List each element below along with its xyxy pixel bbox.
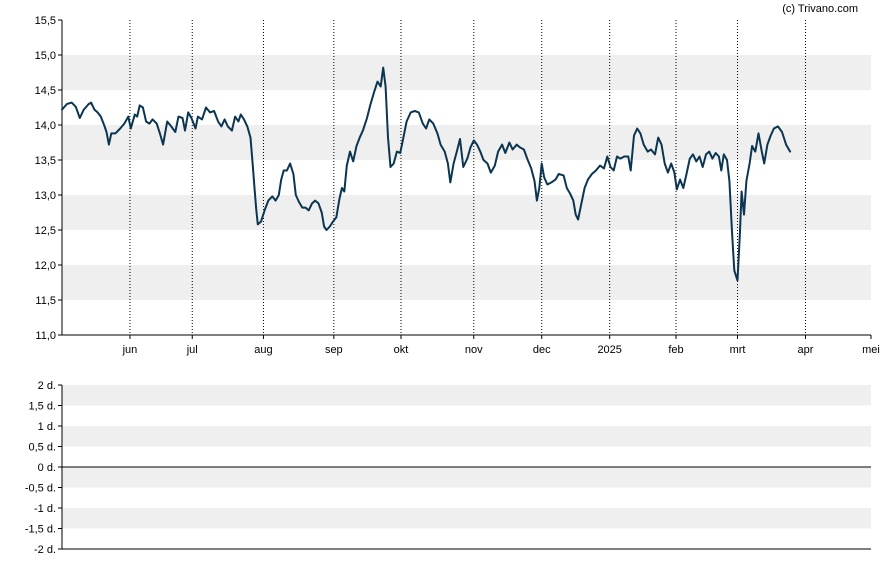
main-grid-band (62, 195, 871, 230)
x-tick-label: okt (394, 344, 409, 356)
y-tick-label: 14,5 (35, 85, 56, 97)
x-tick-label: sep (325, 344, 343, 356)
x-tick-label: feb (668, 344, 683, 356)
y-tick-label: 14,0 (35, 120, 56, 132)
y-tick-label: 11,0 (35, 330, 56, 342)
y-tick-label: 13,5 (35, 155, 56, 167)
lower-y-tick-label: -1,5 d. (25, 524, 56, 536)
x-tick-label: 2025 (597, 344, 621, 356)
x-tick-label: mrt (730, 344, 746, 356)
lower-chart-y-ticks: 2 d. 1,5 d. 1 d. 0,5 d. 0 d. -0,5 d. -1 d. -1,5… (25, 380, 62, 556)
x-tick-label: aug (254, 344, 272, 356)
main-chart-x-ticks: jun jul aug sep okt nov dec 2025 feb mrt apr mei (122, 335, 880, 356)
copyright-label: (c) Trivano.com (782, 3, 858, 15)
y-tick-label: 12,5 (35, 225, 56, 237)
y-tick-label: 15,5 (35, 15, 56, 27)
y-tick-label: 11,5 (35, 295, 56, 307)
lower-grid-band (62, 467, 871, 488)
lower-grid-band (62, 385, 871, 406)
lower-y-tick-label: 0 d. (38, 462, 56, 474)
lower-grid-band (62, 426, 871, 447)
y-tick-label: 13,0 (35, 190, 56, 202)
lower-chart-bands (62, 385, 871, 529)
lower-grid-band (62, 508, 871, 529)
x-tick-label: dec (533, 344, 551, 356)
lower-indicator-chart: 2 d. 1,5 d. 1 d. 0,5 d. 0 d. -0,5 d. -1 d. -1,5… (25, 380, 871, 556)
lower-y-tick-label: 0,5 d. (28, 442, 56, 454)
lower-y-tick-label: -0,5 d. (25, 483, 56, 495)
main-chart-series (61, 66, 792, 282)
y-tick-label: 15,0 (35, 50, 56, 62)
main-chart-bands (62, 55, 871, 300)
chart-root: (c) Trivano.com 15,5 15,0 14,5 14,0 13,5 13,0… (25, 3, 880, 556)
x-tick-label: apr (798, 344, 814, 356)
lower-y-tick-label: 1,5 d. (28, 401, 56, 413)
x-tick-label: nov (465, 344, 483, 356)
lower-y-tick-label: -2 d. (34, 544, 56, 556)
main-grid-band (62, 125, 871, 160)
main-price-chart: 15,5 15,0 14,5 14,0 13,5 13,0 12,5 12,0 11,5 11,0… (35, 15, 880, 356)
lower-y-tick-label: 1 d. (38, 421, 56, 433)
main-grid-band (62, 55, 871, 90)
lower-y-tick-label: 2 d. (38, 380, 56, 392)
price-series-line (61, 66, 792, 282)
main-grid-band (62, 265, 871, 300)
x-tick-label: mei (862, 344, 880, 356)
main-chart-y-ticks: 15,5 15,0 14,5 14,0 13,5 13,0 12,5 12,0 11,5 11,0 (35, 15, 62, 342)
lower-y-tick-label: -1 d. (34, 503, 56, 515)
x-tick-label: jul (186, 344, 198, 356)
y-tick-label: 12,0 (35, 260, 56, 272)
x-tick-label: jun (122, 344, 138, 356)
